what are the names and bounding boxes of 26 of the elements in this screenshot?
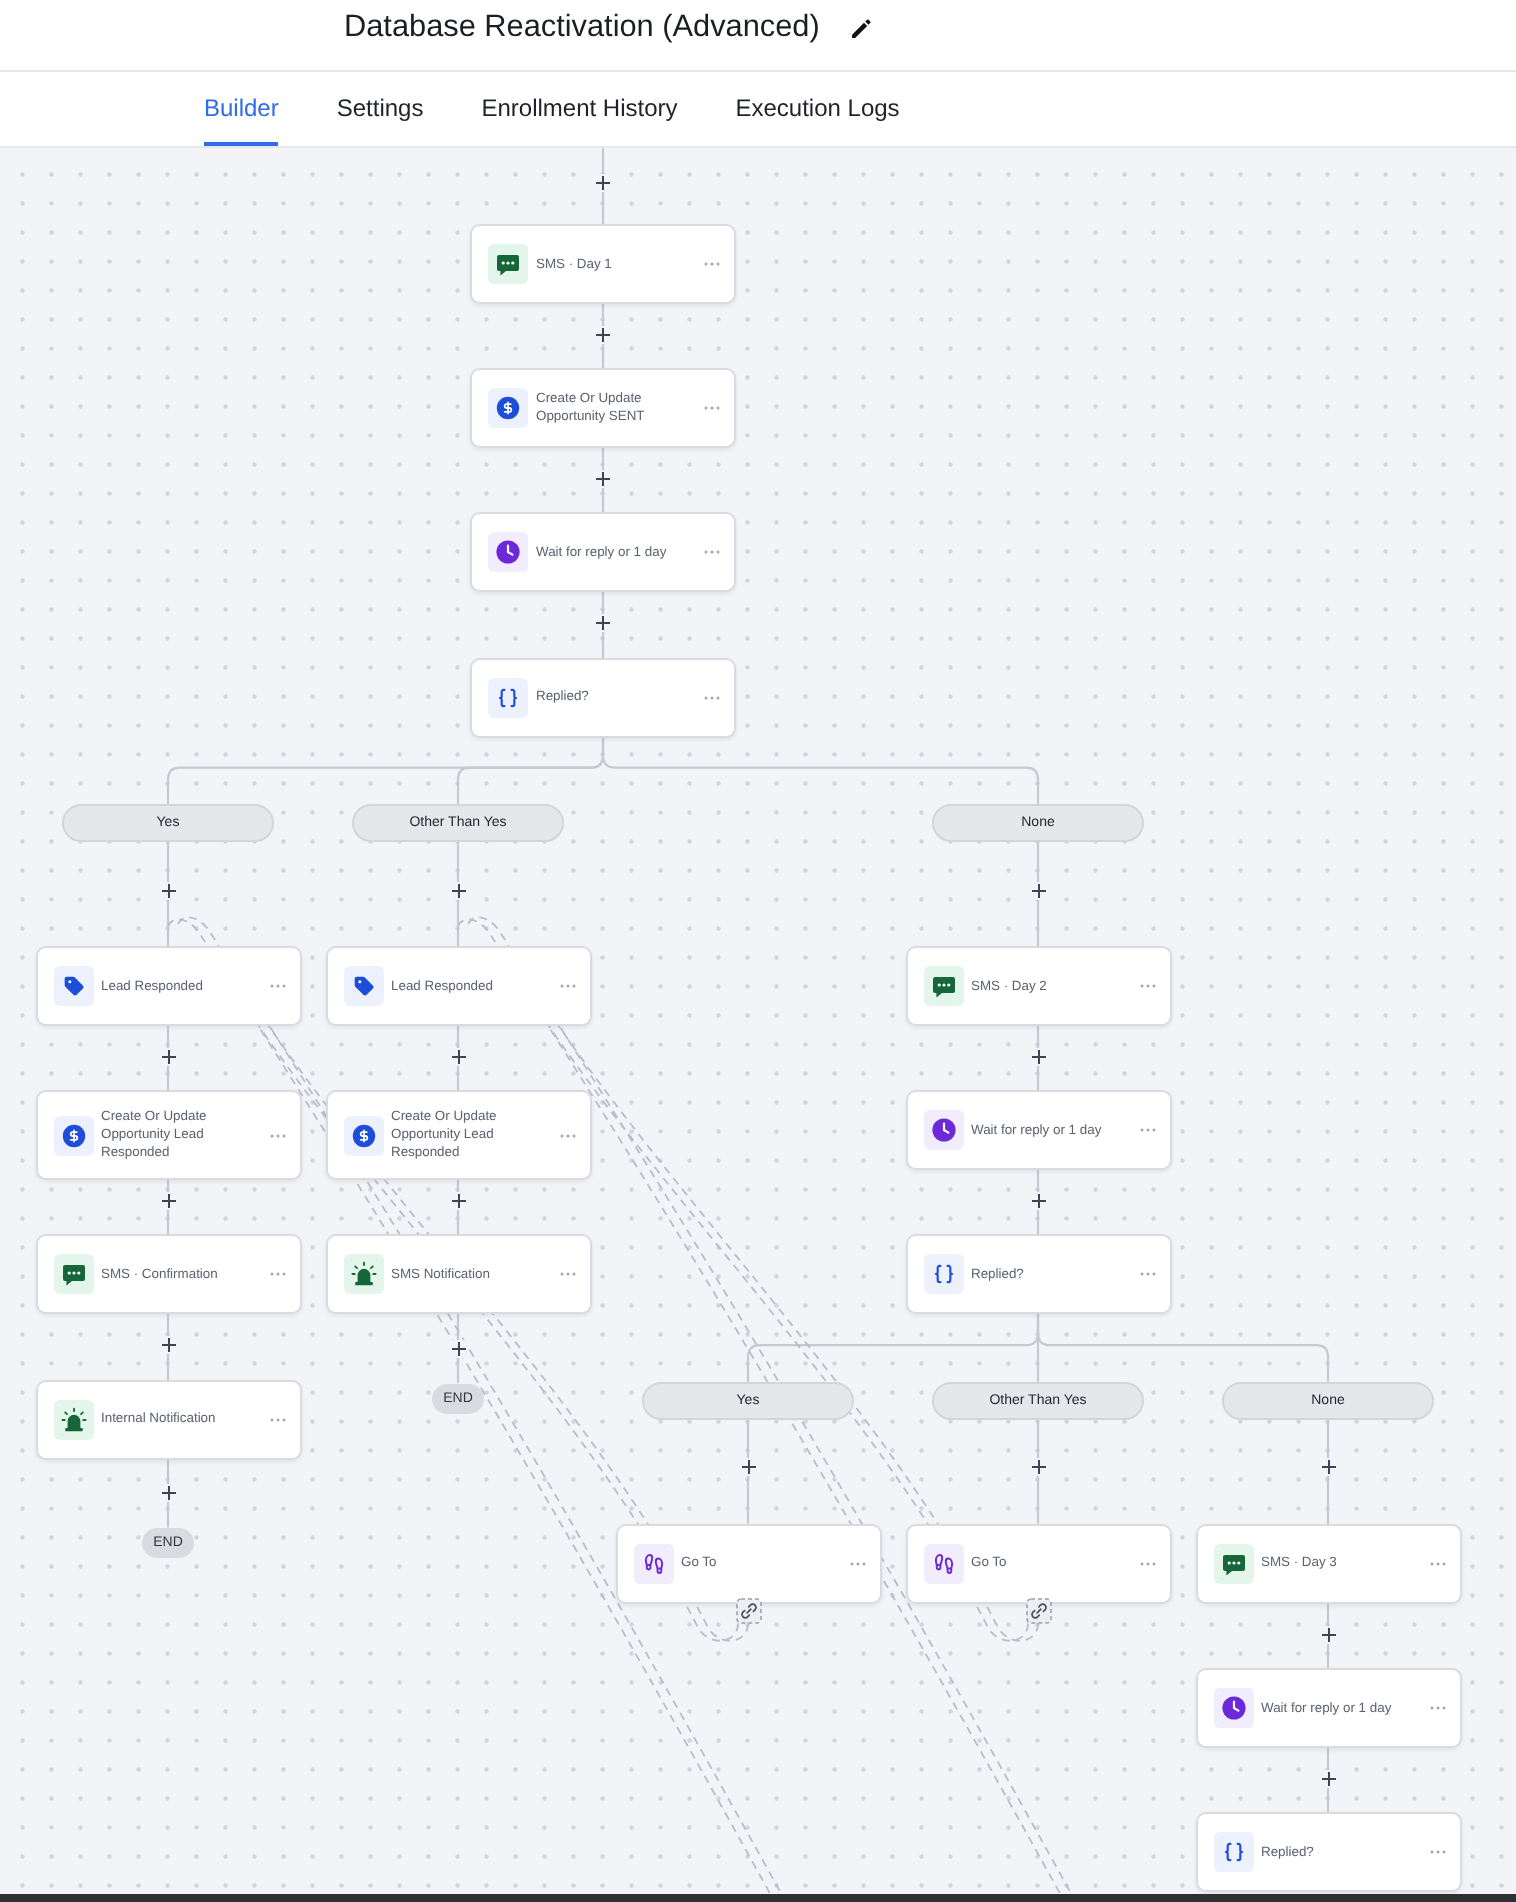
clock-icon [923,1110,963,1151]
footprints-icon [633,1543,673,1584]
braces-icon [1213,1832,1253,1873]
tag-icon [343,966,383,1006]
link-icon[interactable] [735,1597,761,1624]
dollar-icon [343,1115,383,1156]
chat-bubble-icon [1213,1543,1253,1584]
pencil-icon[interactable] [849,18,872,40]
clock-icon [488,532,528,573]
footprints-icon [923,1543,963,1584]
tab[interactable]: Enrollment History [481,72,678,146]
alarm-light-icon [53,1399,93,1440]
chat-bubble-icon [923,966,963,1006]
tab[interactable]: Settings [336,72,424,146]
braces-icon [923,1254,963,1295]
dollar-icon [488,388,528,429]
clock-icon [1213,1688,1253,1728]
dollar-icon [53,1115,93,1156]
link-icon[interactable] [1025,1597,1051,1624]
workflow-title: Database Reactivation (Advanced) [344,10,820,46]
alarm-light-icon [343,1254,383,1295]
tab[interactable]: Execution Logs [735,72,900,146]
tag-icon [53,966,93,1006]
braces-icon [488,677,528,718]
chat-bubble-icon [488,244,528,284]
chat-bubble-icon [53,1254,93,1295]
